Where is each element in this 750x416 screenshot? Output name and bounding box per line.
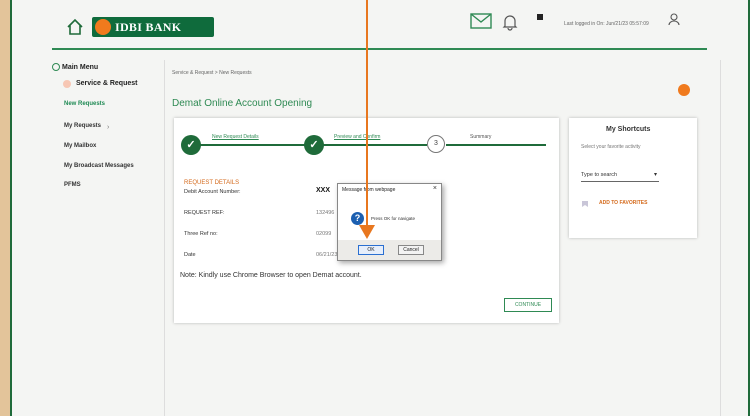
last-login-text: Last logged in On: Jun/21/23 05:57:09	[564, 21, 649, 27]
shortcuts-card: My Shortcuts Select your favorite activi…	[569, 118, 697, 238]
breadcrumb: Service & Request > New Requests	[172, 70, 252, 76]
page-title: Demat Online Account Opening	[172, 98, 313, 109]
request-details-title: REQUEST DETAILS	[184, 180, 240, 186]
idbi-logo[interactable]: IDBI BANK	[92, 17, 214, 37]
bookmark-icon[interactable]	[581, 200, 589, 208]
sidebar-divider	[164, 60, 165, 416]
main-menu-heading[interactable]: Main Menu	[62, 64, 98, 71]
shortcut-select-value: Type to search	[581, 172, 618, 178]
caret-down-icon: ▾	[653, 172, 657, 178]
menu-icon	[52, 63, 60, 71]
annotation-arrow-head	[359, 225, 375, 239]
dialog-title: Message from webpage	[342, 187, 396, 193]
logo-text: IDBI BANK	[115, 19, 182, 34]
content-right-divider	[720, 60, 721, 416]
add-to-favorites-link[interactable]: ADD TO FAVORITES	[599, 200, 647, 206]
row-label: Three Ref no:	[184, 231, 218, 237]
cancel-button[interactable]: Cancel	[398, 245, 424, 255]
sidebar-item-my-mailbox[interactable]: My Mailbox	[64, 143, 96, 149]
mail-icon[interactable]	[470, 13, 492, 29]
service-icon	[63, 80, 71, 88]
shortcuts-subtitle: Select your favorite activity	[581, 144, 641, 150]
close-icon[interactable]: ×	[433, 185, 437, 192]
step-1-check-icon: ✓	[181, 135, 201, 155]
stepper-line-1	[199, 144, 309, 146]
logo-mark-icon	[95, 19, 111, 35]
shortcut-search-select[interactable]: Type to search ▾	[581, 170, 659, 182]
app-frame: IDBI BANK Last logged in On: Jun/21/23 0…	[10, 0, 750, 416]
service-request-heading[interactable]: Service & Request	[76, 80, 137, 87]
row-label: Date	[184, 252, 196, 258]
chevron-right-icon: ›	[107, 124, 110, 131]
row-value: XXX	[316, 187, 331, 194]
step-1-label[interactable]: New Request Details	[212, 134, 259, 140]
question-icon: ?	[351, 212, 364, 225]
row-label: Debit Account Number:	[184, 189, 241, 195]
browser-note: Note: Kindly use Chrome Browser to open …	[180, 272, 362, 279]
annotation-arrow-line	[366, 0, 368, 230]
stepper-line-2	[322, 144, 427, 146]
sidebar-item-pfms[interactable]: PFMS	[64, 182, 81, 188]
notification-dot-icon[interactable]	[678, 84, 690, 96]
dialog-message: Press OK for navigate	[371, 216, 416, 221]
step-2-label[interactable]: Preview and Confirm	[334, 134, 380, 140]
sidebar-item-new-requests[interactable]: New Requests	[64, 101, 105, 107]
row-value: 06/21/23	[316, 252, 338, 258]
step-3-number: 3	[427, 135, 445, 153]
user-icon[interactable]	[667, 12, 681, 26]
step-2-check-icon: ✓	[304, 135, 324, 155]
sidebar-item-broadcast-messages[interactable]: My Broadcast Messages	[64, 163, 134, 169]
dialog-body: ? Press OK for navigate	[339, 196, 440, 240]
top-header: IDBI BANK Last logged in On: Jun/21/23 0…	[52, 0, 707, 50]
profile-square-icon[interactable]	[537, 14, 543, 20]
sidebar-item-my-requests[interactable]: My Requests	[64, 123, 101, 129]
continue-button[interactable]: CONTINUE	[504, 298, 552, 312]
bell-icon[interactable]	[502, 13, 518, 31]
confirm-dialog: Message from webpage × ? Press OK for na…	[337, 183, 442, 261]
dialog-footer: OK Cancel	[338, 240, 441, 260]
stepper-line-3	[446, 144, 546, 146]
row-label: REQUEST REF:	[184, 210, 225, 216]
ok-button[interactable]: OK	[358, 245, 384, 255]
home-icon[interactable]	[66, 18, 84, 36]
shortcuts-title: My Shortcuts	[606, 126, 651, 133]
step-3-label: Summary	[470, 134, 492, 140]
row-value: 02099	[316, 231, 332, 237]
row-value: 132496	[316, 210, 335, 216]
